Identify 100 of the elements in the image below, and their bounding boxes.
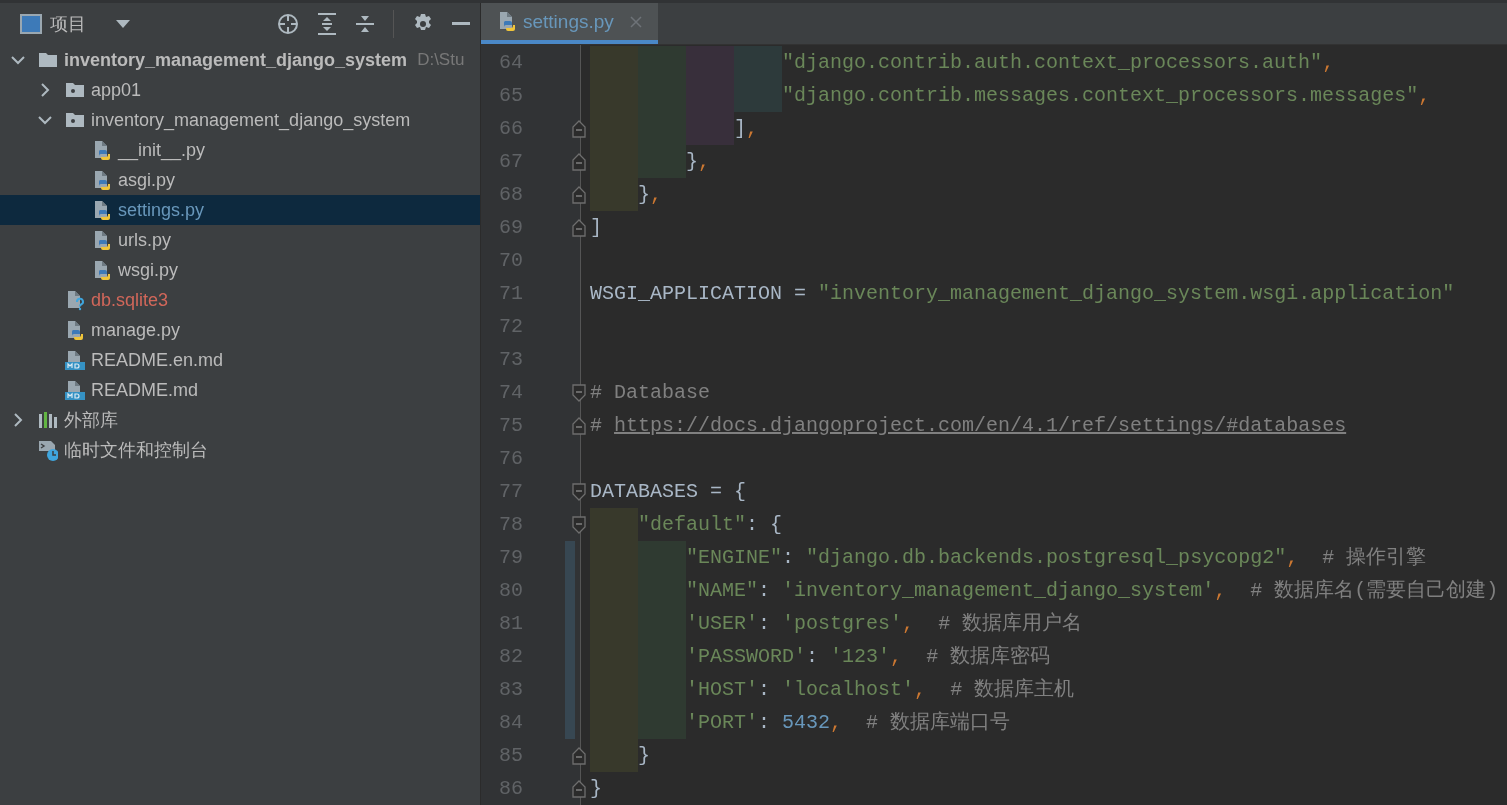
item-label: app01	[91, 79, 142, 101]
item-label: manage.py	[91, 319, 181, 341]
code-comment: # 数据库密码	[926, 645, 1051, 668]
fold-end-icon[interactable]	[572, 151, 586, 172]
fold-end-icon[interactable]	[572, 118, 586, 139]
code-text: : {	[746, 513, 783, 536]
code-text: :	[758, 678, 771, 701]
code-punctuation: ,	[902, 612, 915, 635]
item-label: 临时文件和控制台	[64, 439, 208, 462]
code-string: 'inventory_management_django_system'	[782, 579, 1215, 602]
code-punctuation: ,	[746, 117, 759, 140]
code-link[interactable]: https://docs.djangoproject.com/en/4.1/ref/settings/#databases	[614, 414, 1347, 437]
code-comment: # 操作引擎	[1322, 546, 1427, 569]
item-label: settings.py	[118, 199, 205, 221]
fold-end-icon[interactable]	[572, 217, 586, 238]
tree-row[interactable]: urls.py	[0, 225, 480, 255]
fold-end-icon[interactable]	[572, 184, 586, 205]
code-punctuation: ,	[698, 150, 711, 173]
panel-title: 项目	[50, 13, 86, 36]
tree-row[interactable]: README.md	[0, 375, 480, 405]
tree-row[interactable]: settings.py	[0, 195, 480, 225]
tree-row[interactable]: 外部库	[0, 405, 480, 435]
fold-end-icon[interactable]	[572, 778, 586, 799]
code-string: 'USER'	[686, 612, 759, 635]
expand-all-icon[interactable]	[317, 13, 337, 35]
item-label: urls.py	[118, 229, 171, 251]
fold-end-icon[interactable]	[572, 745, 586, 766]
code-text: ]	[590, 216, 602, 239]
code-text: DATABASES = {	[590, 480, 747, 503]
fold-start-icon[interactable]	[572, 481, 586, 502]
code-text: :	[758, 711, 771, 734]
tree-row[interactable]: app01	[0, 75, 480, 105]
code-punctuation: ,	[1214, 579, 1227, 602]
item-label: wsgi.py	[118, 259, 179, 281]
tab-label: settings.py	[523, 10, 614, 33]
code-string: 'PORT'	[686, 711, 759, 734]
code-string: 'PASSWORD'	[686, 645, 807, 668]
python-file-icon	[92, 169, 112, 191]
tree-row[interactable]: __init__.py	[0, 135, 480, 165]
code-string: "NAME"	[686, 579, 759, 602]
fold-start-icon[interactable]	[572, 382, 586, 403]
tree-row[interactable]: README.en.md	[0, 345, 480, 375]
item-label: 外部库	[64, 409, 118, 432]
code-string: 'HOST'	[686, 678, 759, 701]
code-text: :	[806, 645, 819, 668]
code-comment: # 数据库名(需要自己创建)	[1250, 579, 1499, 602]
code-text: :	[758, 579, 771, 602]
tree-row[interactable]: manage.py	[0, 315, 480, 345]
tree-row[interactable]: inventory_management_django_system	[0, 105, 480, 135]
item-label: README.en.md	[91, 349, 224, 371]
code-comment: #	[590, 414, 602, 437]
code-string: "django.contrib.auth.context_processors.auth"	[782, 51, 1323, 74]
code-string: "django.contrib.messages.context_processors.messages"	[782, 84, 1419, 107]
python-file-icon	[92, 259, 112, 281]
code-punctuation: ,	[650, 183, 663, 206]
code-comment: # 数据库主机	[950, 678, 1075, 701]
collapse-all-icon[interactable]	[355, 13, 375, 35]
code-text: WSGI_APPLICATION =	[590, 282, 807, 305]
caret-icon[interactable]	[116, 20, 130, 28]
code-punctuation: ,	[1418, 84, 1431, 107]
item-label: README.md	[91, 379, 198, 401]
code-text: :	[782, 546, 795, 569]
item-label: asgi.py	[118, 169, 176, 191]
code-punctuation: ,	[890, 645, 903, 668]
tree-row[interactable]: 临时文件和控制台	[0, 435, 480, 465]
change-marker[interactable]	[565, 541, 575, 574]
code-string: '123'	[830, 645, 891, 668]
code-string: 'postgres'	[782, 612, 903, 635]
change-marker[interactable]	[565, 706, 575, 739]
scratch-file-icon	[38, 439, 58, 461]
code-punctuation: ,	[1322, 51, 1335, 74]
code-string: "default"	[638, 513, 747, 536]
code-string: "inventory_management_django_system.wsgi.application"	[818, 282, 1455, 305]
item-label: inventory_management_django_system	[91, 109, 411, 131]
fold-start-icon[interactable]	[572, 514, 586, 535]
locate-icon[interactable]	[277, 13, 299, 35]
close-icon[interactable]	[629, 15, 642, 28]
python-file-icon	[92, 229, 112, 251]
markdown-file-icon	[65, 349, 85, 371]
panel-icon	[20, 14, 42, 34]
tree-row[interactable]: asgi.py	[0, 165, 480, 195]
library-icon	[38, 409, 58, 431]
code-text: :	[758, 612, 771, 635]
path-hint: D:\Stu	[417, 50, 465, 70]
code-comment: # 数据库端口号	[866, 711, 1011, 734]
markdown-file-icon	[65, 379, 85, 401]
code-text: }	[590, 777, 602, 800]
tree-row[interactable]: db.sqlite3	[0, 285, 480, 315]
python-file-icon	[92, 199, 112, 221]
code-text: ]	[734, 117, 747, 140]
code-string: "django.db.backends.postgresql_psycopg2"	[806, 546, 1287, 569]
code-string: "ENGINE"	[686, 546, 783, 569]
python-file-icon	[65, 319, 85, 341]
fold-end-icon[interactable]	[572, 415, 586, 436]
code-punctuation: ,	[1286, 546, 1299, 569]
hide-icon[interactable]	[452, 22, 470, 26]
tree-row[interactable]: wsgi.py	[0, 255, 480, 285]
item-label: inventory_management_django_system	[64, 49, 408, 71]
python-file-icon	[497, 11, 517, 32]
tree-row[interactable]: inventory_management_django_system D:\Stu	[0, 45, 480, 75]
